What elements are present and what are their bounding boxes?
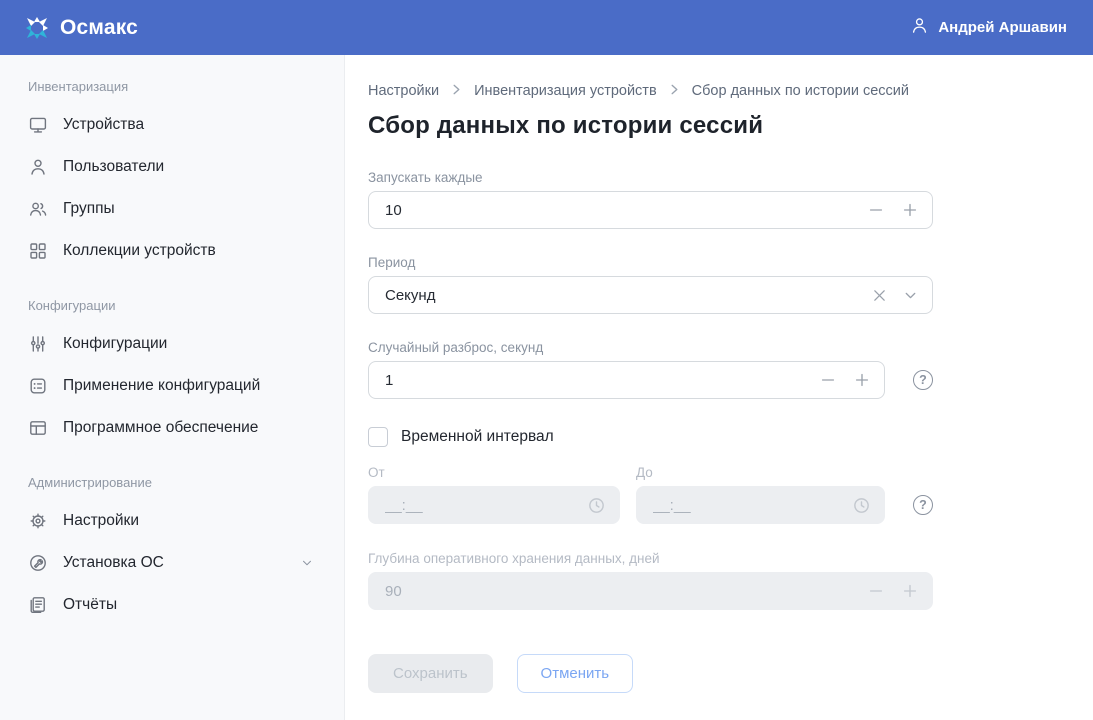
help-icon[interactable]: ? [913,370,933,390]
sidebar-item-label: Коллекции устройств [63,242,216,260]
sidebar-item-label: Пользователи [63,158,164,176]
chevron-right-icon [451,83,462,99]
plus-icon[interactable] [853,371,871,389]
sidebar-item-groups[interactable]: Группы [26,188,326,230]
grid-icon [28,241,48,261]
breadcrumb-settings[interactable]: Настройки [368,83,439,99]
field-label: Запускать каждые [368,170,933,185]
plus-icon[interactable] [901,201,919,219]
report-icon [28,595,48,615]
sidebar-item-reports[interactable]: Отчёты [26,584,326,626]
sidebar-item-users[interactable]: Пользователи [26,146,326,188]
chevron-down-icon[interactable] [902,287,919,304]
layout-icon [28,418,48,438]
minus-icon[interactable] [819,371,837,389]
minus-icon[interactable] [867,582,885,600]
clock-icon[interactable] [852,496,871,515]
to-time-input[interactable] [653,497,852,514]
minus-icon[interactable] [867,201,885,219]
section-label: Инвентаризация [28,79,326,94]
sidebar-item-label: Настройки [63,512,139,530]
main-content: Настройки Инвентаризация устройств Сбор … [345,55,1093,720]
sidebar-item-label: Применение конфигураций [63,377,260,395]
field-random-spread: Случайный разброс, секунд ? [368,340,933,399]
field-label: До [636,465,933,480]
clock-icon[interactable] [587,496,606,515]
user-menu[interactable]: Андрей Аршавин [910,16,1067,40]
cancel-button[interactable]: Отменить [517,654,634,693]
sidebar-item-label: Программное обеспечение [63,419,258,437]
time-range-row: От До ? [368,465,933,524]
person-icon [910,16,929,40]
field-label: Случайный разброс, секунд [368,340,933,355]
osmax-logo-icon [24,15,50,41]
storage-depth-input[interactable] [385,583,857,600]
field-label: От [368,465,620,480]
time-interval-label: Временной интервал [401,428,554,446]
sidebar-item-software[interactable]: Программное обеспечение [26,407,326,449]
page-title: Сбор данных по истории сессий [368,112,1093,140]
monitor-icon [28,115,48,135]
breadcrumb-device-inventory[interactable]: Инвентаризация устройств [474,83,657,99]
sliders-icon [28,334,48,354]
sidebar-item-config-apply[interactable]: Применение конфигураций [26,365,326,407]
topbar: Осмакс Андрей Аршавин [0,0,1093,55]
user-name: Андрей Аршавин [938,19,1067,36]
field-period: Период Секунд [368,255,933,314]
wrench-circle-icon [28,553,48,573]
sidebar-item-label: Конфигурации [63,335,167,353]
plus-icon[interactable] [901,582,919,600]
sidebar-section-configurations: Конфигурации Конфигурации Применение кон… [26,298,326,449]
storage-depth-control [368,572,933,610]
sidebar-section-inventory: Инвентаризация Устройства Пользователи Г… [26,79,326,272]
sidebar-item-devices[interactable]: Устройства [26,104,326,146]
gear-icon [28,511,48,531]
field-time-interval: Временной интервал [368,427,933,447]
field-label: Период [368,255,933,270]
field-run-every: Запускать каждые [368,170,933,229]
period-value: Секунд [385,287,861,304]
section-label: Администрирование [28,475,326,490]
help-icon[interactable]: ? [913,495,933,515]
sidebar-item-os-install[interactable]: Установка ОС [26,542,326,584]
breadcrumb-current: Сбор данных по истории сессий [692,83,909,99]
field-to: До ? [636,465,933,524]
form-actions: Сохранить Отменить [368,654,1093,693]
to-control [636,486,885,524]
random-spread-input[interactable] [385,372,809,389]
breadcrumb: Настройки Инвентаризация устройств Сбор … [368,83,1093,99]
sidebar-item-label: Устройства [63,116,144,134]
brand[interactable]: Осмакс [24,15,138,41]
sidebar-item-label: Отчёты [63,596,117,614]
field-storage-depth: Глубина оперативного хранения данных, дн… [368,551,933,610]
sidebar-item-label: Установка ОС [63,554,164,572]
sidebar-item-settings[interactable]: Настройки [26,500,326,542]
section-label: Конфигурации [28,298,326,313]
user-icon [28,157,48,177]
sidebar-item-device-collections[interactable]: Коллекции устройств [26,230,326,272]
run-every-control [368,191,933,229]
random-spread-control [368,361,885,399]
field-from: От [368,465,620,524]
brand-name: Осмакс [60,16,138,40]
sidebar-item-configurations[interactable]: Конфигурации [26,323,326,365]
clear-icon[interactable] [871,287,888,304]
field-label: Глубина оперативного хранения данных, дн… [368,551,933,566]
sidebar-item-label: Группы [63,200,115,218]
run-every-input[interactable] [385,202,857,219]
save-button[interactable]: Сохранить [368,654,493,693]
chevron-down-icon[interactable] [300,556,314,570]
sidebar: Инвентаризация Устройства Пользователи Г… [0,55,345,720]
sidebar-section-administration: Администрирование Настройки Установка ОС [26,475,326,626]
users-icon [28,199,48,219]
from-control [368,486,620,524]
period-select[interactable]: Секунд [368,276,933,314]
time-interval-checkbox[interactable] [368,427,388,447]
from-time-input[interactable] [385,497,587,514]
checklist-icon [28,376,48,396]
chevron-right-icon [669,83,680,99]
